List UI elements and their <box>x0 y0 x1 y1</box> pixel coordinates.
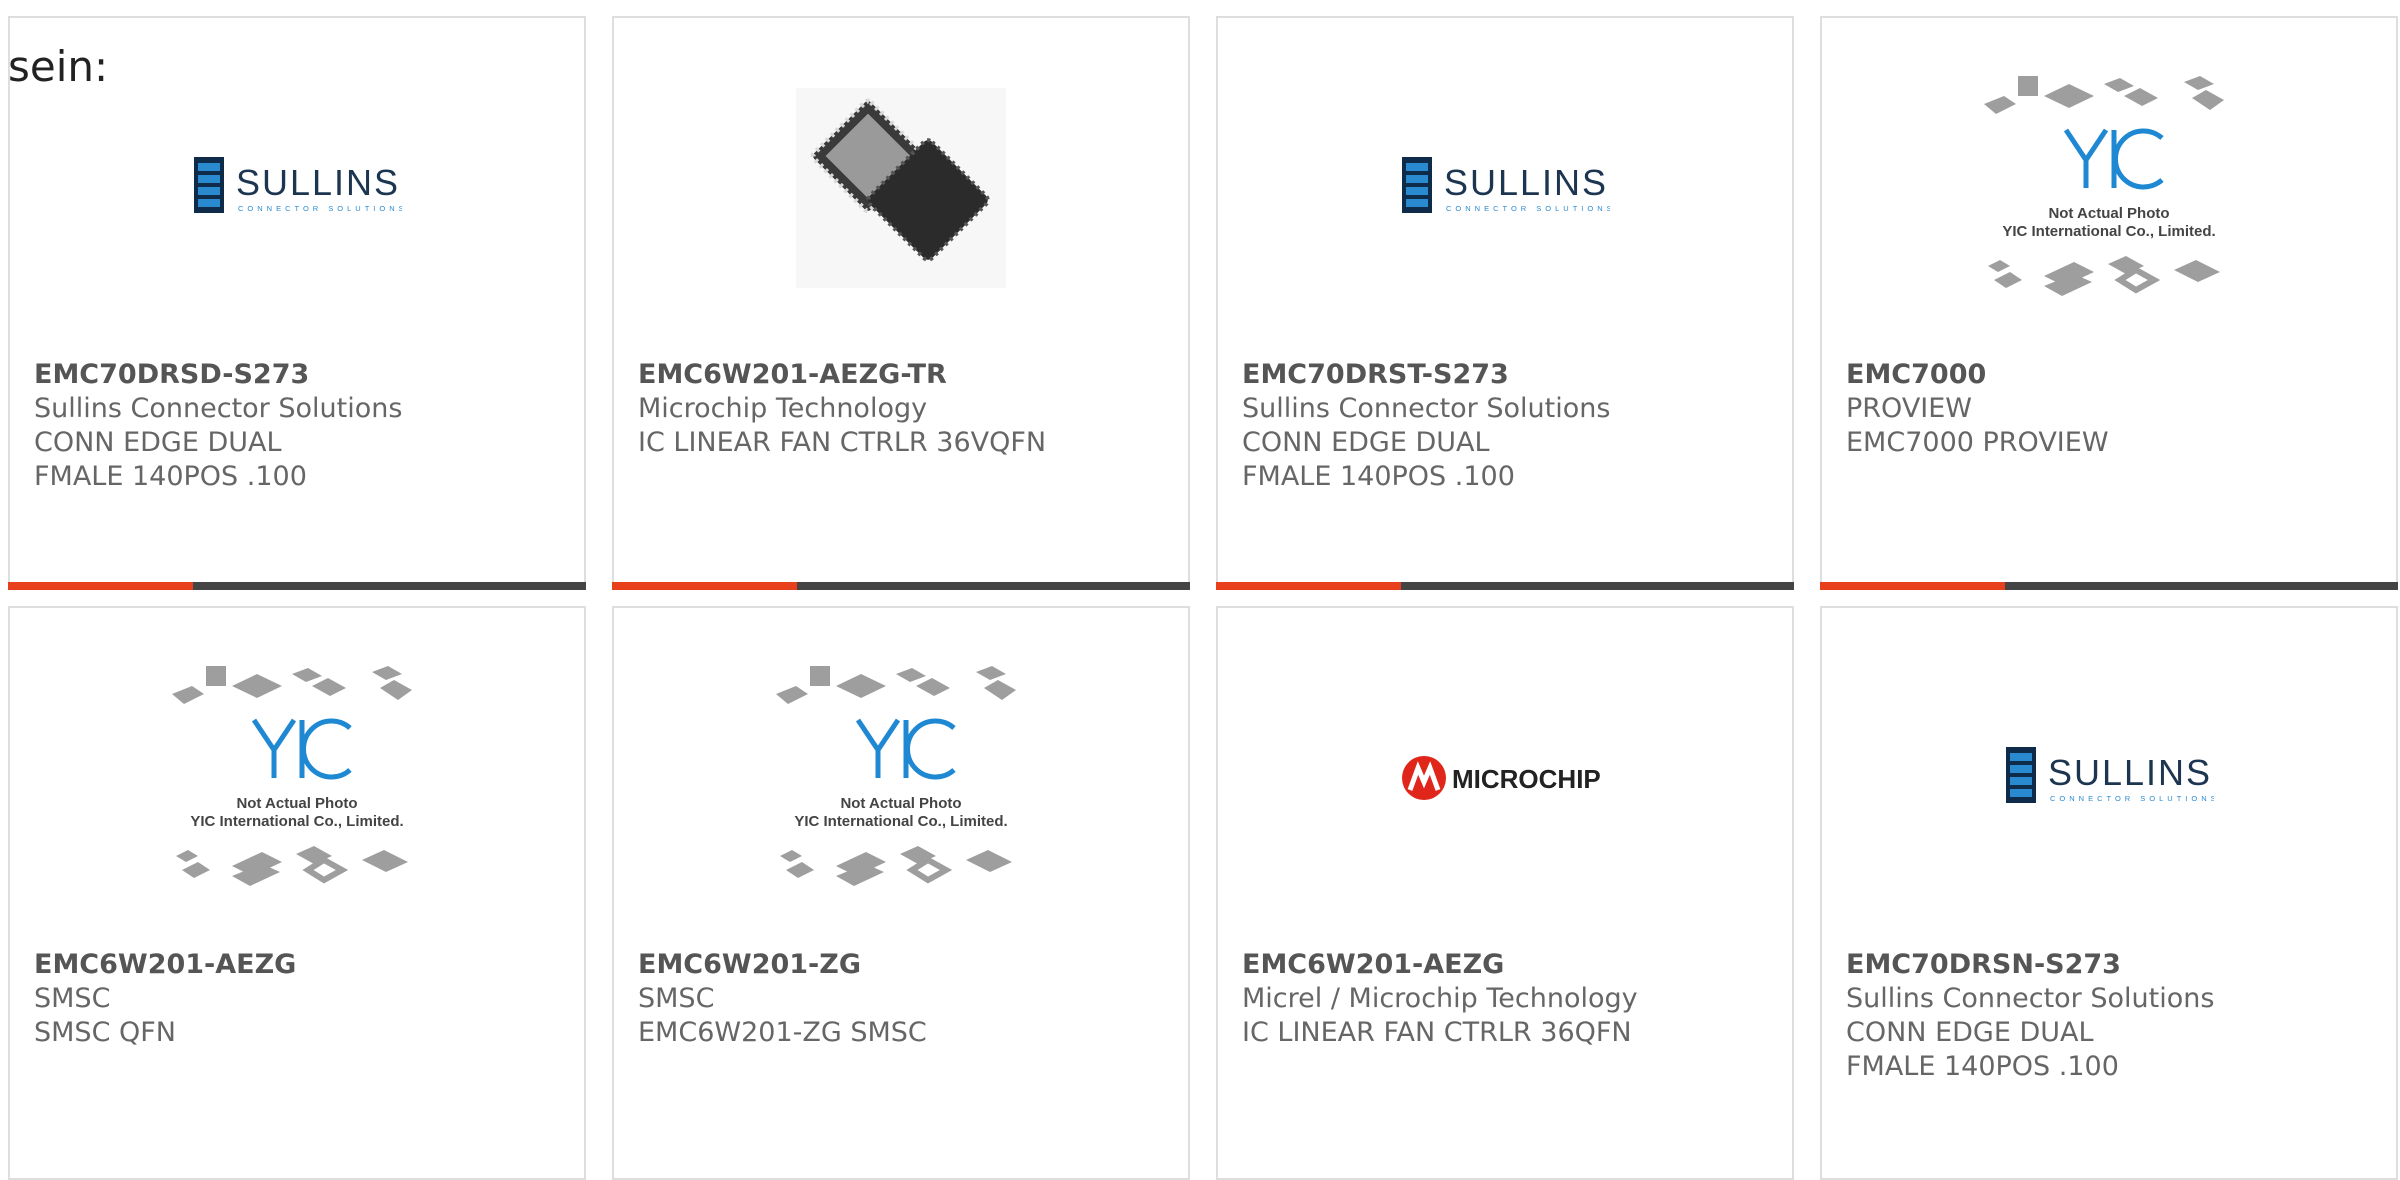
description: EMC6W201-ZG SMSC <box>638 1017 927 1048</box>
progress-fill <box>612 582 797 590</box>
progress-fill <box>1820 582 2005 590</box>
description: SMSC QFN <box>34 1017 176 1048</box>
product-info: EMC6W201-ZG SMSC EMC6W201-ZG SMSC <box>638 948 1168 1050</box>
description: EMC7000 PROVIEW <box>1846 427 2109 458</box>
manufacturer: Microchip Technology <box>638 393 928 424</box>
svg-text:SULLINS: SULLINS <box>1444 162 1608 203</box>
description: CONN EDGE DUAL FMALE 140POS .100 <box>1242 427 1515 492</box>
part-number[interactable]: EMC70DRSN-S273 <box>1846 948 2376 982</box>
product-info: EMC6W201-AEZG Micrel / Microchip Technol… <box>1242 948 1772 1050</box>
product-image[interactable]: Not Actual Photo YIC International Co., … <box>614 648 1188 908</box>
product-info: EMC70DRSN-S273 Sullins Connector Solutio… <box>1846 948 2376 1084</box>
svg-text:Not Actual Photo: Not Actual Photo <box>236 795 357 812</box>
description: CONN EDGE DUAL FMALE 140POS .100 <box>34 427 307 492</box>
part-number[interactable]: EMC7000 <box>1846 358 2376 392</box>
manufacturer: SMSC <box>638 983 715 1014</box>
manufacturer: Sullins Connector Solutions <box>34 393 403 424</box>
part-number[interactable]: EMC6W201-AEZG-TR <box>638 358 1168 392</box>
svg-text:YIC International Co., Limited: YIC International Co., Limited. <box>2002 223 2215 240</box>
product-info: EMC6W201-AEZG-TR Microchip Technology IC… <box>638 358 1168 460</box>
yic-placeholder: Not Actual Photo YIC International Co., … <box>172 666 412 886</box>
part-number[interactable]: EMC6W201-ZG <box>638 948 1168 982</box>
svg-text:MICROCHIP: MICROCHIP <box>1452 764 1601 794</box>
product-image[interactable]: Not Actual Photo YIC International Co., … <box>1822 58 2396 318</box>
manufacturer: Sullins Connector Solutions <box>1846 983 2215 1014</box>
product-image[interactable]: MICROCHIP <box>1218 648 1792 908</box>
sullins-logo: SULLINS CONNECTOR SOLUTIONS <box>2006 747 2214 803</box>
product-card[interactable]: SULLINS CONNECTOR SOLUTIONS EMC70DRSD-S2… <box>8 16 586 590</box>
product-image[interactable] <box>614 58 1188 318</box>
part-number[interactable]: EMC70DRSD-S273 <box>34 358 564 392</box>
part-number[interactable]: EMC6W201-AEZG <box>1242 948 1772 982</box>
description: IC LINEAR FAN CTRLR 36VQFN <box>638 427 1047 458</box>
svg-text:CONNECTOR SOLUTIONS: CONNECTOR SOLUTIONS <box>238 204 402 213</box>
intro-text: sein: <box>8 42 109 91</box>
product-grid: SULLINS CONNECTOR SOLUTIONS EMC70DRSD-S2… <box>0 0 2400 1180</box>
sullins-logo: SULLINS CONNECTOR SOLUTIONS <box>194 157 402 213</box>
product-card[interactable]: SULLINS CONNECTOR SOLUTIONS EMC70DRSN-S2… <box>1820 606 2398 1180</box>
manufacturer: Micrel / Microchip Technology <box>1242 983 1638 1014</box>
product-info: EMC70DRST-S273 Sullins Connector Solutio… <box>1242 358 1772 494</box>
product-info: EMC7000 PROVIEW EMC7000 PROVIEW <box>1846 358 2376 460</box>
product-card[interactable]: Not Actual Photo YIC International Co., … <box>8 606 586 1180</box>
svg-text:SULLINS: SULLINS <box>2048 752 2212 793</box>
part-number[interactable]: EMC70DRST-S273 <box>1242 358 1772 392</box>
description: IC LINEAR FAN CTRLR 36QFN <box>1242 1017 1632 1048</box>
part-number[interactable]: EMC6W201-AEZG <box>34 948 564 982</box>
svg-text:YIC International Co., Limited: YIC International Co., Limited. <box>190 813 403 830</box>
product-info: EMC6W201-AEZG SMSC SMSC QFN <box>34 948 564 1050</box>
product-card[interactable]: MICROCHIP EMC6W201-AEZG Micrel / Microch… <box>1216 606 1794 1180</box>
manufacturer: PROVIEW <box>1846 393 1973 424</box>
progress-fill <box>8 582 193 590</box>
product-image[interactable]: SULLINS CONNECTOR SOLUTIONS <box>10 58 584 318</box>
progress-bar <box>8 582 586 590</box>
progress-bar <box>1820 582 2398 590</box>
sullins-logo: SULLINS CONNECTOR SOLUTIONS <box>1402 157 1610 213</box>
product-image[interactable]: Not Actual Photo YIC International Co., … <box>10 648 584 908</box>
product-card[interactable]: SULLINS CONNECTOR SOLUTIONS EMC70DRST-S2… <box>1216 16 1794 590</box>
svg-text:YIC International Co., Limited: YIC International Co., Limited. <box>794 813 1007 830</box>
progress-bar <box>1216 582 1794 590</box>
manufacturer: Sullins Connector Solutions <box>1242 393 1611 424</box>
description: CONN EDGE DUAL FMALE 140POS .100 <box>1846 1017 2119 1082</box>
product-card[interactable]: Not Actual Photo YIC International Co., … <box>1820 16 2398 590</box>
product-image[interactable]: SULLINS CONNECTOR SOLUTIONS <box>1218 58 1792 318</box>
yic-placeholder: Not Actual Photo YIC International Co., … <box>1984 76 2224 296</box>
product-info: EMC70DRSD-S273 Sullins Connector Solutio… <box>34 358 564 494</box>
svg-text:Not Actual Photo: Not Actual Photo <box>2048 205 2169 222</box>
microchip-logo: MICROCHIP <box>1402 756 1601 800</box>
svg-text:CONNECTOR SOLUTIONS: CONNECTOR SOLUTIONS <box>1446 204 1610 213</box>
product-card[interactable]: Not Actual Photo YIC International Co., … <box>612 606 1190 1180</box>
progress-bar <box>612 582 1190 590</box>
yic-placeholder: Not Actual Photo YIC International Co., … <box>776 666 1016 886</box>
product-image[interactable]: SULLINS CONNECTOR SOLUTIONS <box>1822 648 2396 908</box>
product-card[interactable]: EMC6W201-AEZG-TR Microchip Technology IC… <box>612 16 1190 590</box>
qfn-chip-photo <box>796 88 1006 288</box>
svg-text:SULLINS: SULLINS <box>236 162 400 203</box>
manufacturer: SMSC <box>34 983 111 1014</box>
progress-fill <box>1216 582 1401 590</box>
svg-text:Not Actual Photo: Not Actual Photo <box>840 795 961 812</box>
svg-text:CONNECTOR SOLUTIONS: CONNECTOR SOLUTIONS <box>2050 794 2214 803</box>
